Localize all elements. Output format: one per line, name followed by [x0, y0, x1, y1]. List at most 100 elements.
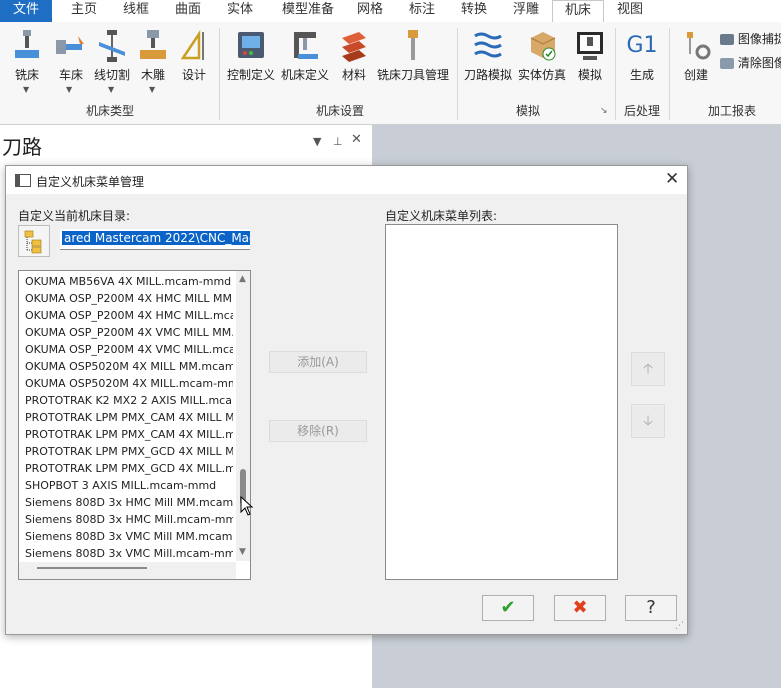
lathe-button[interactable]: 车床 — [52, 30, 90, 83]
wire-icon — [99, 30, 125, 62]
simulate-button[interactable]: 模拟 — [572, 30, 608, 83]
horizontal-scrollbar[interactable] — [19, 562, 236, 579]
router-button[interactable]: 木雕 — [136, 30, 170, 83]
tab-model-prep[interactable]: 模型准备 — [270, 0, 346, 22]
custom-menu-list[interactable] — [385, 224, 618, 580]
mouse-cursor-icon — [240, 496, 254, 516]
tab-relief[interactable]: 浮雕 — [502, 0, 550, 22]
list-item[interactable]: Siemens 808D 3x VMC Mill MM.mcam-mmd — [25, 528, 233, 545]
create-report-icon — [687, 32, 711, 60]
lathe-dropdown-icon[interactable]: ▼ — [66, 85, 72, 94]
vertical-scrollbar[interactable]: ▲ ▼ — [236, 271, 250, 561]
toolpath-simulation-icon — [474, 32, 502, 58]
router-dropdown-icon[interactable]: ▼ — [149, 85, 155, 94]
tab-annotate[interactable]: 标注 — [398, 0, 446, 22]
tab-file[interactable]: 文件 — [0, 0, 52, 22]
dialog-title: 自定义机床菜单管理 — [36, 175, 145, 189]
panel-close-icon[interactable]: ✕ — [351, 132, 362, 147]
wire-dropdown-icon[interactable]: ▼ — [108, 85, 114, 94]
clear-image-button[interactable]: 清除图像 — [720, 54, 781, 71]
list-item[interactable]: Siemens 808D 3x VMC Mill.mcam-mmd — [25, 545, 233, 562]
panel-title: 刀路 — [2, 135, 42, 159]
control-definition-button[interactable]: 控制定义 — [226, 30, 276, 83]
list-item[interactable]: OKUMA OSP5020M 4X MILL.mcam-mmd — [25, 375, 233, 392]
x-icon: ✖ — [572, 597, 588, 618]
list-item[interactable]: PROTOTRAK K2 MX2 2 AXIS MILL.mcam-mmd — [25, 392, 233, 409]
ribbon: 铣床 ▼ 车床 ▼ 线切割 ▼ 木雕 ▼ 设计 机床类型 控制定义 机床定义 材… — [0, 22, 781, 125]
list-item[interactable]: OKUMA OSP5020M 4X MILL MM.mcam-mmd — [25, 358, 233, 375]
machine-definition-button[interactable]: 机床定义 — [280, 30, 330, 83]
list-item[interactable]: SHOPBOT 3 AXIS MILL.mcam-mmd — [25, 477, 233, 494]
horizontal-scroll-thumb[interactable] — [37, 567, 147, 569]
generate-button[interactable]: G1 生成 — [622, 30, 662, 83]
tab-surface[interactable]: 曲面 — [164, 0, 212, 22]
solid-simulation-button[interactable]: 实体仿真 — [516, 30, 568, 83]
tab-machine[interactable]: 机床 — [552, 0, 604, 24]
tab-view[interactable]: 视图 — [606, 0, 654, 22]
router-icon — [140, 30, 166, 59]
material-icon — [342, 32, 366, 62]
design-button[interactable]: 设计 — [176, 30, 212, 83]
list-item[interactable]: OKUMA OSP_P200M 4X HMC MILL.mcam-mmd — [25, 307, 233, 324]
scroll-up-icon[interactable]: ▲ — [239, 274, 246, 284]
solid-simulation-icon — [530, 32, 556, 61]
ok-button[interactable]: ✔ — [482, 595, 534, 621]
tab-mesh[interactable]: 网格 — [346, 0, 394, 22]
ribbon-divider — [219, 28, 220, 120]
directory-path-field[interactable]: ared Mastercam 2022\CNC_Machines\ — [60, 229, 250, 250]
tab-solid[interactable]: 实体 — [216, 0, 264, 22]
clear-image-icon — [720, 58, 734, 69]
ribbon-divider — [615, 28, 616, 120]
list-item[interactable]: OKUMA OSP_P200M 4X VMC MILL MM.mcam-mmd — [25, 324, 233, 341]
browse-folder-button[interactable] — [18, 225, 50, 257]
ribbon-tab-bar: 文件 主页 线框 曲面 实体 模型准备 网格 标注 转换 浮雕 机床 视图 — [0, 0, 781, 24]
folder-tree-icon — [24, 230, 42, 254]
mill-icon — [15, 30, 39, 58]
pin-icon[interactable]: ⊥ — [333, 135, 343, 148]
arrow-up-icon: 🡡 — [642, 361, 654, 377]
simulate-icon — [577, 32, 603, 60]
list-item[interactable]: Siemens 808D 3x HMC Mill.mcam-mmd — [25, 511, 233, 528]
list-item[interactable]: Siemens 808D 3x HMC Mill MM.mcam-mmd — [25, 494, 233, 511]
list-item[interactable]: OKUMA OSP_P200M 4X VMC MILL.mcam-mmd — [25, 341, 233, 358]
help-button[interactable]: ? — [625, 595, 677, 621]
list-item[interactable]: PROTOTRAK LPM PMX_GCD 4X MILL MM.mcam-mm… — [25, 443, 233, 460]
tab-transform[interactable]: 转换 — [450, 0, 498, 22]
image-capture-button[interactable]: 图像捕捉 — [720, 30, 781, 47]
menu-list-label: 自定义机床菜单列表: — [385, 209, 498, 223]
machine-definition-icon — [294, 32, 318, 59]
group-label-report: 加工报表 — [707, 104, 756, 118]
material-button[interactable]: 材料 — [338, 30, 370, 83]
list-item[interactable]: PROTOTRAK LPM PMX_GCD 4X MILL.mcam-mmd — [25, 460, 233, 477]
list-item[interactable]: PROTOTRAK LPM PMX_CAM 4X MILL MM.mcam-mm… — [25, 409, 233, 426]
list-item[interactable]: PROTOTRAK LPM PMX_CAM 4X MILL.mcam-mmd — [25, 426, 233, 443]
list-item[interactable]: OKUMA MB56VA 4X MILL.mcam-mmd — [25, 273, 233, 290]
group-label-machine-setup: 机床设置 — [315, 104, 364, 118]
scroll-down-icon[interactable]: ▼ — [239, 547, 246, 557]
ribbon-divider — [669, 28, 670, 120]
move-up-button[interactable]: 🡡 — [631, 352, 665, 386]
question-icon: ? — [646, 597, 656, 618]
move-down-button[interactable]: 🡣 — [631, 404, 665, 438]
mill-button[interactable]: 铣床 — [8, 30, 46, 83]
resize-grip-icon[interactable]: ⋰ — [675, 621, 684, 631]
design-icon — [180, 30, 204, 60]
wire-button[interactable]: 线切割 — [92, 30, 132, 83]
tab-wireframe[interactable]: 线框 — [112, 0, 160, 22]
group-label-post: 后处理 — [623, 104, 660, 118]
cancel-button[interactable]: ✖ — [554, 595, 606, 621]
list-item[interactable]: OKUMA OSP_P200M 4X HMC MILL MM.mcam-mmd — [25, 290, 233, 307]
mill-tool-manager-button[interactable]: 铣床刀具管理 — [374, 30, 452, 83]
create-button[interactable]: 创建 — [676, 30, 716, 83]
group-label-machine-type: 机床类型 — [85, 104, 134, 118]
close-icon[interactable]: ✕ — [665, 169, 679, 189]
panel-menu-icon[interactable]: ▼ — [313, 135, 321, 148]
machine-list[interactable]: OKUMA MB56VA 4X MILL.mcam-mmd OKUMA OSP_P… — [18, 270, 251, 580]
toolpath-simulation-button[interactable]: 刀路模拟 — [462, 30, 514, 83]
remove-button[interactable]: 移除(R) — [269, 420, 367, 442]
mill-dropdown-icon[interactable]: ▼ — [23, 85, 29, 94]
directory-path-value: ared Mastercam 2022\CNC_Machines\ — [62, 231, 250, 245]
dialog-launcher-icon[interactable]: ↘ — [600, 106, 608, 116]
tab-home[interactable]: 主页 — [58, 0, 110, 22]
add-button[interactable]: 添加(A) — [269, 351, 367, 373]
